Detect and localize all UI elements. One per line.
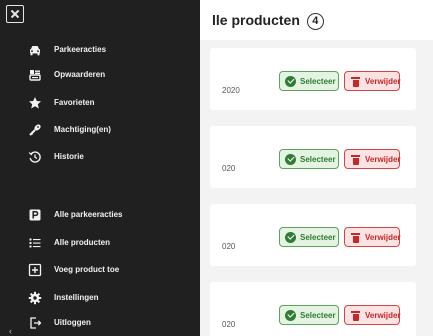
product-card: 020 Selecteer Verwijder	[210, 126, 416, 188]
menu-item-parkeeracties[interactable]: Parkeeracties	[0, 38, 200, 62]
delete-button[interactable]: Verwijder	[344, 227, 401, 247]
trash-icon	[350, 310, 361, 321]
product-date: 020	[222, 164, 236, 173]
history-icon	[28, 150, 42, 164]
logout-icon	[28, 316, 42, 330]
menu-item-label: Machtiging(en)	[54, 125, 111, 134]
delete-button-label: Verwijder	[365, 232, 401, 242]
menu-item-label: Favorieten	[54, 98, 95, 107]
menu-item-label: Parkeeracties	[54, 45, 107, 54]
select-button[interactable]: Selecteer	[279, 71, 339, 91]
menu-item-alle-producten[interactable]: Alle producten	[0, 231, 200, 255]
check-circle-icon	[285, 309, 296, 321]
product-date: 020	[222, 320, 236, 329]
page-title: lle producten 4	[212, 12, 324, 30]
plus-box-icon	[28, 263, 42, 277]
select-button[interactable]: Selecteer	[279, 305, 339, 325]
menu-item-label: Voeg product toe	[54, 265, 120, 274]
trash-icon	[350, 76, 361, 87]
delete-button-label: Verwijder	[365, 154, 401, 164]
close-icon[interactable]	[6, 5, 24, 23]
select-button[interactable]: Selecteer	[279, 227, 339, 247]
delete-button[interactable]: Verwijder	[344, 71, 401, 91]
menu-item-voeg-product-toe[interactable]: Voeg product toe	[0, 258, 200, 282]
side-menu: Parkeeracties Opwaarderen Favorieten Mac…	[0, 0, 200, 336]
key-icon	[28, 123, 42, 137]
menu-item-label: Opwaarderen	[54, 70, 106, 79]
wallet-icon	[28, 68, 42, 82]
menu-item-historie[interactable]: Historie	[0, 145, 200, 169]
delete-button[interactable]: Verwijder	[344, 149, 401, 169]
product-card: 020 Selecteer Verwijder	[210, 204, 416, 266]
select-button[interactable]: Selecteer	[279, 149, 339, 169]
check-circle-icon	[285, 75, 296, 87]
product-date: 2020	[222, 86, 240, 95]
trash-icon	[350, 232, 361, 243]
menu-item-instellingen[interactable]: Instellingen	[0, 286, 200, 310]
menu-item-alle-parkeeracties[interactable]: Alle parkeeracties	[0, 203, 200, 227]
menu-item-favorieten[interactable]: Favorieten	[0, 91, 200, 115]
delete-button-label: Verwijder	[365, 310, 401, 320]
gear-icon	[28, 291, 42, 305]
product-card: 020 Selecteer Verwijder	[210, 282, 416, 336]
menu-item-opwaarderen[interactable]: Opwaarderen	[0, 63, 200, 87]
menu-item-label: Alle parkeeracties	[54, 210, 123, 219]
star-icon	[28, 96, 42, 110]
parking-icon	[28, 208, 42, 222]
product-date: 020	[222, 242, 236, 251]
delete-button[interactable]: Verwijder	[344, 305, 401, 325]
page-title-text: lle producten	[212, 12, 300, 28]
check-circle-icon	[285, 231, 296, 243]
delete-button-label: Verwijder	[365, 76, 401, 86]
menu-item-uitloggen[interactable]: Uitloggen	[0, 311, 200, 335]
menu-item-label: Historie	[54, 152, 84, 161]
select-button-label: Selecteer	[300, 154, 336, 164]
select-button-label: Selecteer	[300, 76, 336, 86]
product-count-badge: 4	[306, 13, 324, 30]
menu-item-label: Instellingen	[54, 293, 99, 302]
check-circle-icon	[285, 153, 296, 165]
select-button-label: Selecteer	[300, 232, 336, 242]
product-card: 2020 Selecteer Verwijder	[210, 48, 416, 110]
trash-icon	[350, 154, 361, 165]
select-button-label: Selecteer	[300, 310, 336, 320]
car-icon	[28, 43, 42, 57]
list-icon	[28, 236, 42, 250]
menu-item-label: Alle producten	[54, 238, 111, 247]
scroll-left-arrow-icon[interactable]: ‹	[9, 326, 12, 336]
menu-item-label: Uitloggen	[54, 318, 91, 327]
menu-item-machtigingen[interactable]: Machtiging(en)	[0, 118, 200, 142]
